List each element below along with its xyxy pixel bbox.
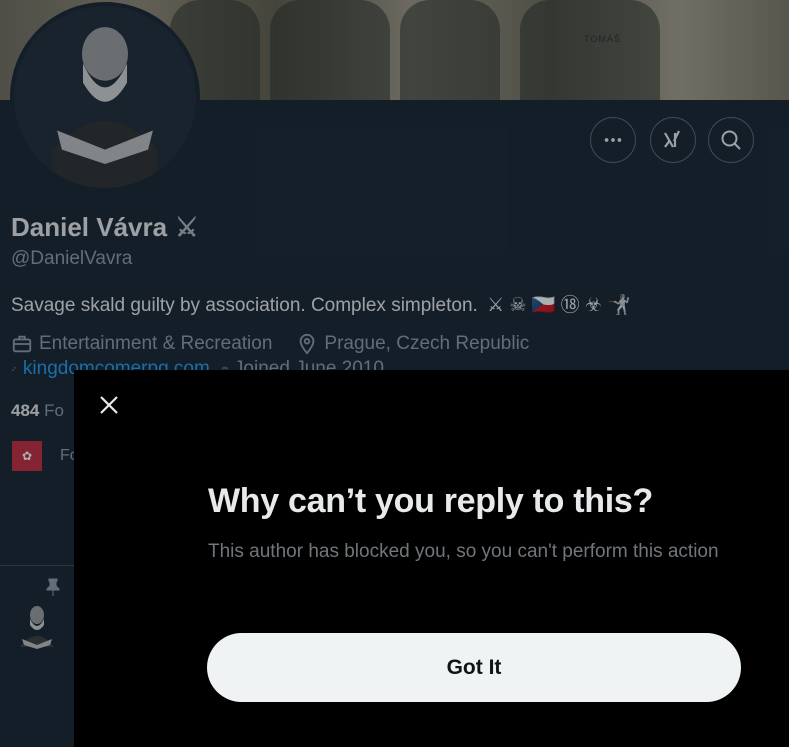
- dialog-title: Why can’t you reply to this?: [208, 482, 653, 520]
- reply-restriction-dialog: Why can’t you reply to this? This author…: [74, 370, 789, 747]
- close-button[interactable]: [94, 390, 124, 420]
- dialog-message: This author has blocked you, so you can'…: [208, 541, 719, 562]
- close-icon: [100, 396, 118, 414]
- got-it-button[interactable]: Got It: [207, 633, 741, 702]
